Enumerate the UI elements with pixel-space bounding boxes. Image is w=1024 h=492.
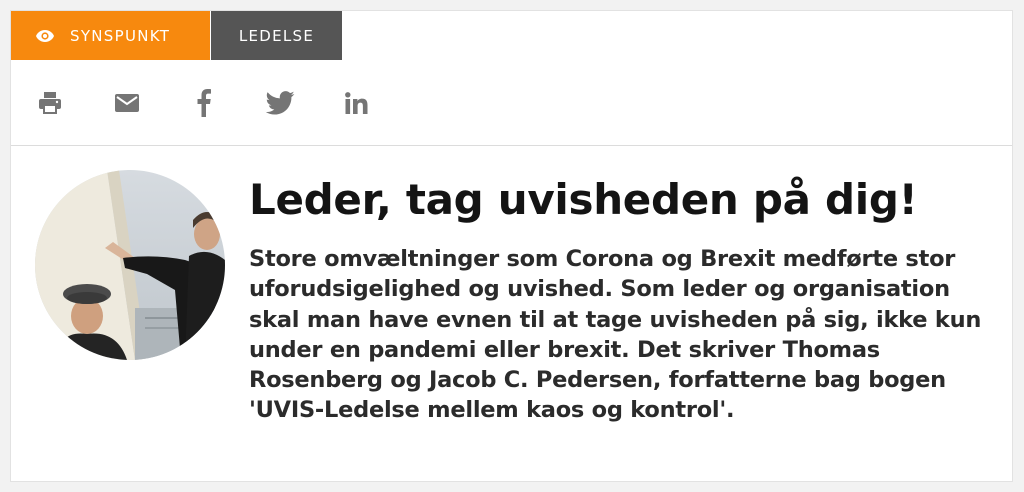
tag-synspunkt-label: SYNSPUNKT — [70, 26, 171, 45]
twitter-icon[interactable] — [265, 88, 295, 118]
facebook-icon[interactable] — [189, 88, 219, 118]
mail-icon[interactable] — [112, 88, 142, 118]
eye-icon — [35, 29, 55, 43]
article-teaser: Leder, tag uvisheden på dig! Store omvæl… — [11, 146, 1012, 483]
article-card: SYNSPUNKT LEDELSE Leder, tag uvisheden p… — [10, 10, 1013, 482]
tag-bar: SYNSPUNKT LEDELSE — [11, 11, 342, 60]
tag-ledelse[interactable]: LEDELSE — [211, 11, 342, 60]
author-photo[interactable] — [35, 170, 225, 360]
print-icon[interactable] — [35, 88, 65, 118]
share-bar — [11, 60, 1012, 146]
tag-synspunkt[interactable]: SYNSPUNKT — [11, 11, 210, 60]
article-headline[interactable]: Leder, tag uvisheden på dig! — [249, 174, 918, 226]
article-lead: Store omvæltninger som Corona og Brexit … — [249, 246, 982, 424]
linkedin-icon[interactable] — [342, 88, 372, 118]
tag-ledelse-label: LEDELSE — [238, 26, 315, 45]
